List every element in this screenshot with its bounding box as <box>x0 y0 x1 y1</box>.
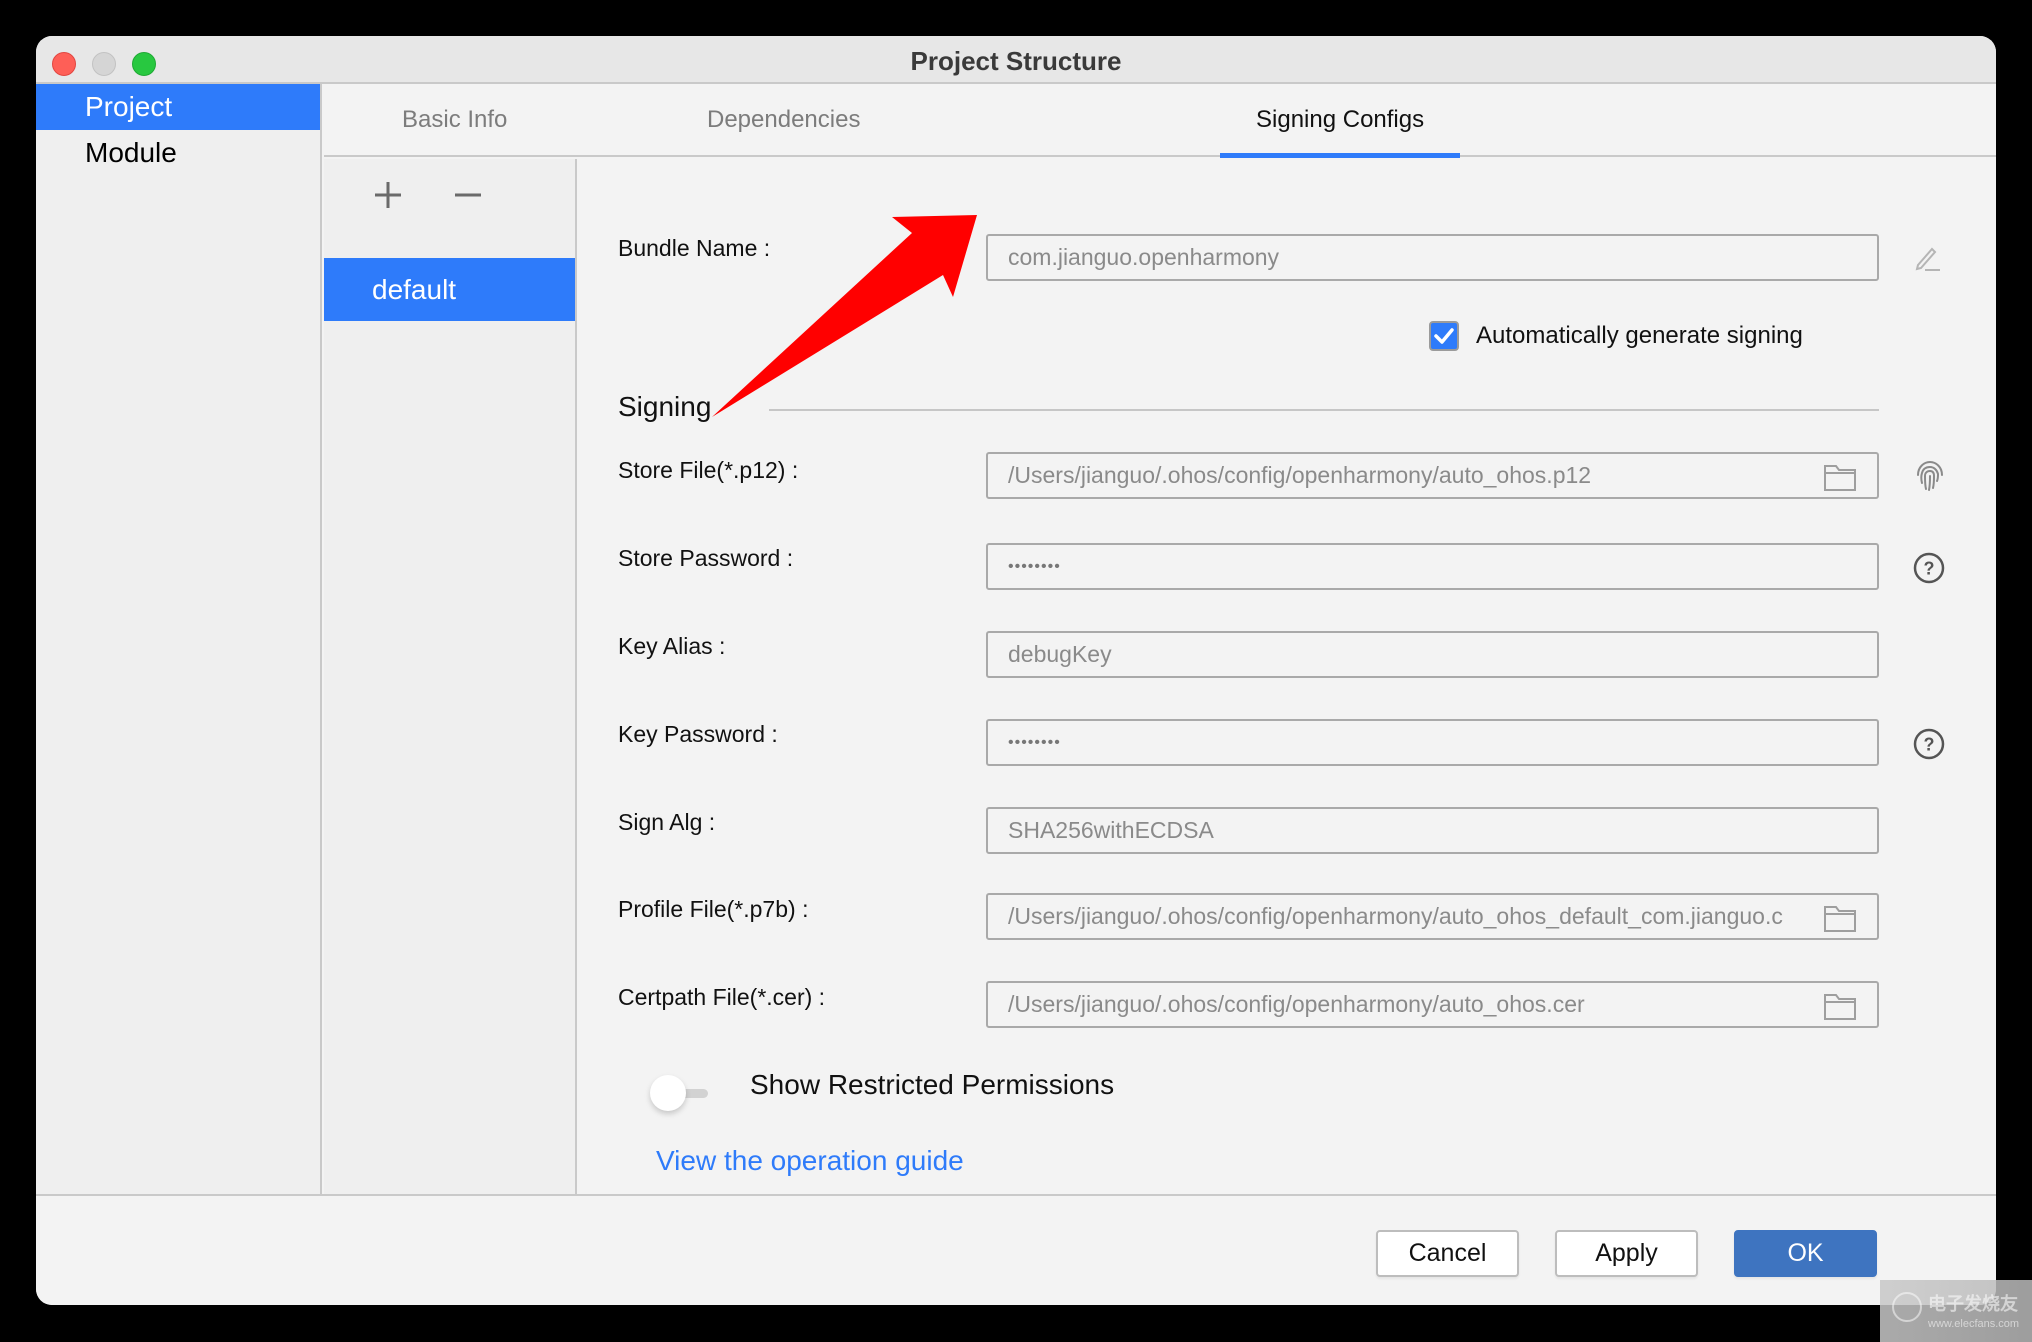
tab-basic-info[interactable]: Basic Info <box>402 106 507 134</box>
add-config-button[interactable] <box>370 177 406 213</box>
store-password-input[interactable]: •••••••• <box>986 543 1879 590</box>
certpath-file-input[interactable]: /Users/jianguo/.ohos/config/openharmony/… <box>986 981 1879 1028</box>
operation-guide-link[interactable]: View the operation guide <box>656 1145 964 1177</box>
help-icon: ? <box>1913 728 1945 760</box>
project-structure-dialog: Project Structure Project Module Basic I… <box>36 36 1996 1305</box>
key-alias-label: Key Alias : <box>618 633 726 659</box>
bundle-name-label: Bundle Name : <box>618 235 771 261</box>
help-icon: ? <box>1913 552 1945 584</box>
store-password-label: Store Password : <box>618 545 794 571</box>
bundle-name-input[interactable]: com.jianguo.openharmony <box>986 234 1879 281</box>
plus-icon <box>375 182 401 208</box>
folder-icon[interactable] <box>1823 462 1857 492</box>
dialog-footer: Cancel Apply OK <box>36 1194 1996 1305</box>
sidebar-item-module[interactable]: Module <box>36 130 320 176</box>
watermark: 电子发烧友 www.elecfans.com <box>1880 1280 2032 1342</box>
store-file-label: Store File(*.p12) : <box>618 457 799 483</box>
signing-config-list: default <box>324 159 577 1194</box>
store-file-input[interactable]: /Users/jianguo/.ohos/config/openharmony/… <box>986 452 1879 499</box>
signing-section-title: Signing <box>618 391 712 422</box>
key-password-help[interactable]: ? <box>1912 727 1946 766</box>
active-tab-indicator <box>1220 153 1460 158</box>
auto-generate-signing-label: Automatically generate signing <box>1476 322 1803 349</box>
config-item-default[interactable]: default <box>324 258 575 321</box>
key-password-input[interactable]: •••••••• <box>986 719 1879 766</box>
key-password-label: Key Password : <box>618 721 778 747</box>
sign-alg-label: Sign Alg : <box>618 809 716 835</box>
restricted-permissions-toggle[interactable] <box>650 1075 710 1111</box>
restricted-permissions-label: Show Restricted Permissions <box>750 1069 1115 1100</box>
edit-bundle-name-button[interactable] <box>1912 241 1944 278</box>
pencil-icon <box>1915 247 1940 271</box>
window-title: Project Structure <box>910 46 1122 76</box>
cancel-button[interactable]: Cancel <box>1376 1230 1519 1277</box>
key-alias-input[interactable]: debugKey <box>986 631 1879 678</box>
svg-text:?: ? <box>1924 559 1935 579</box>
toggle-knob <box>650 1075 686 1111</box>
profile-file-label: Profile File(*.p7b) : <box>618 896 809 922</box>
tab-bar: Basic Info Dependencies Signing Configs <box>324 84 1996 158</box>
auto-generate-signing-checkbox[interactable] <box>1429 321 1459 351</box>
ok-button[interactable]: OK <box>1734 1230 1877 1277</box>
tab-signing-configs[interactable]: Signing Configs <box>1256 106 1424 134</box>
checkmark-icon <box>1434 328 1454 344</box>
fingerprint-button[interactable] <box>1913 459 1947 498</box>
fingerprint-icon <box>1917 460 1943 491</box>
store-password-help[interactable]: ? <box>1912 551 1946 590</box>
sidebar-item-project[interactable]: Project <box>36 84 320 130</box>
remove-config-button[interactable] <box>450 177 486 213</box>
folder-icon[interactable] <box>1823 903 1857 933</box>
sidebar: Project Module <box>36 84 322 1194</box>
sign-alg-input[interactable]: SHA256withECDSA <box>986 807 1879 854</box>
minus-icon <box>455 193 481 197</box>
folder-icon[interactable] <box>1823 991 1857 1021</box>
tab-dependencies[interactable]: Dependencies <box>707 106 860 134</box>
section-divider <box>769 409 1879 411</box>
watermark-logo-icon <box>1892 1292 1922 1322</box>
profile-file-input[interactable]: /Users/jianguo/.ohos/config/openharmony/… <box>986 893 1879 940</box>
apply-button[interactable]: Apply <box>1555 1230 1698 1277</box>
title-bar: Project Structure <box>36 36 1996 84</box>
signing-form: Bundle Name : com.jianguo.openharmony Au… <box>579 159 1996 1194</box>
certpath-file-label: Certpath File(*.cer) : <box>618 984 826 1010</box>
svg-text:?: ? <box>1924 735 1935 755</box>
